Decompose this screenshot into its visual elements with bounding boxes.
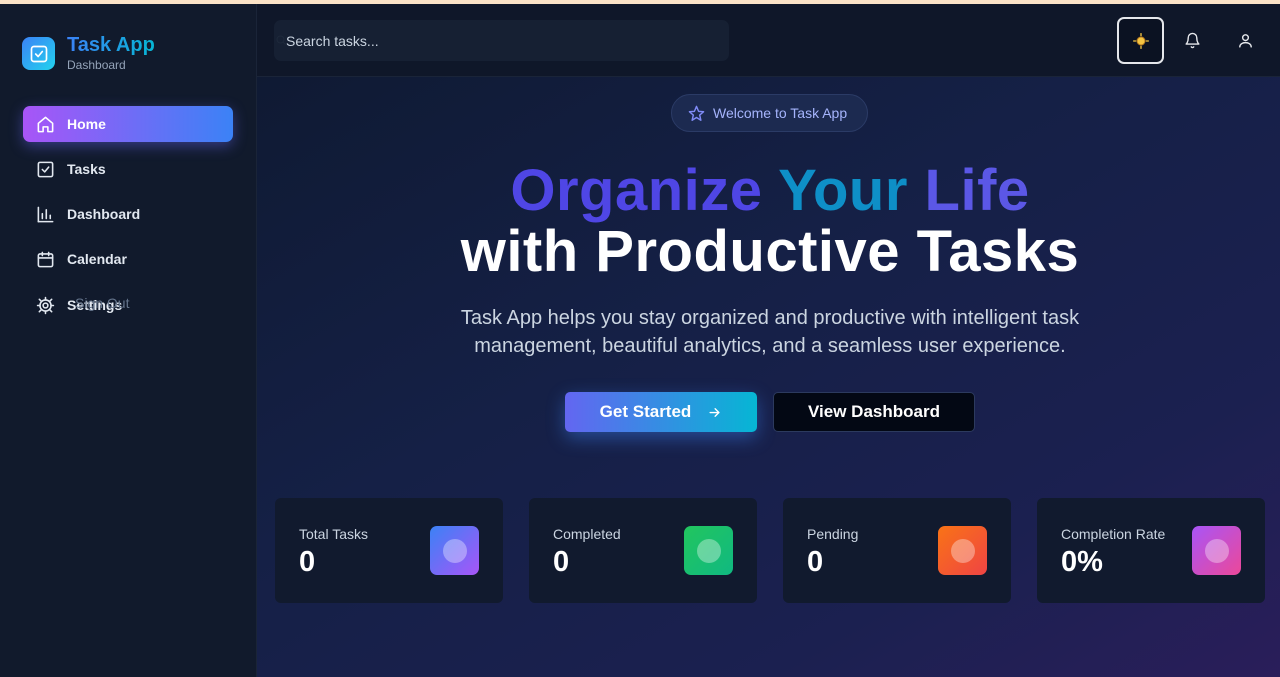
brand[interactable]: Task App Dashboard xyxy=(22,35,155,72)
view-dashboard-label: View Dashboard xyxy=(808,402,940,421)
sidebar-item-label: Home xyxy=(67,116,106,132)
hero-title-line2: with Productive Tasks xyxy=(460,219,1080,284)
calendar-icon xyxy=(35,249,55,269)
star-icon xyxy=(688,105,705,121)
stat-card-total-tasks: Total Tasks 0 xyxy=(275,498,503,603)
stat-card-pending: Pending 0 xyxy=(783,498,1011,603)
bar-chart-icon xyxy=(35,204,55,224)
stat-label: Pending xyxy=(807,526,859,542)
stat-label: Total Tasks xyxy=(299,526,368,542)
sidebar-item-dashboard[interactable]: Dashboard xyxy=(23,196,233,232)
main-content: Welcome to Task App Organize Your Life w… xyxy=(257,77,1280,677)
stat-value: 0 xyxy=(807,546,824,578)
stat-label: Completed xyxy=(553,526,621,542)
stat-value: 0% xyxy=(1061,546,1103,578)
user-menu-button[interactable] xyxy=(1229,24,1261,56)
completed-icon xyxy=(684,526,733,575)
top-header xyxy=(257,4,1280,77)
home-icon xyxy=(35,114,55,134)
hero-description: Task App helps you stay organized and pr… xyxy=(460,307,1080,357)
sidebar-item-label: Dashboard xyxy=(67,206,141,222)
sidebar-item-calendar[interactable]: Calendar xyxy=(23,241,233,277)
sign-out-link[interactable]: Sign Out xyxy=(75,295,129,311)
sidebar-item-tasks[interactable]: Tasks xyxy=(23,151,233,187)
hero-title-word: Your xyxy=(778,158,908,223)
hero-title-word: Organize xyxy=(510,158,763,223)
sidebar-item-label: Tasks xyxy=(67,161,106,177)
search-icon xyxy=(276,35,286,45)
stat-value: 0 xyxy=(553,546,570,578)
stat-card-completion-rate: Completion Rate 0% xyxy=(1037,498,1265,603)
user-icon xyxy=(1238,33,1252,48)
sidebar: Task App Dashboard Home Tasks Dashboard … xyxy=(0,4,257,677)
gear-icon xyxy=(35,295,55,315)
stat-card-completed: Completed 0 xyxy=(529,498,757,603)
brand-title: Task App xyxy=(67,34,155,56)
check-square-icon xyxy=(35,159,55,179)
welcome-badge: Welcome to Task App xyxy=(671,94,868,132)
pending-icon xyxy=(938,526,987,575)
completion-rate-icon xyxy=(1192,526,1241,575)
get-started-button[interactable]: Get Started xyxy=(565,392,757,432)
search-input[interactable] xyxy=(274,20,729,61)
notifications-button[interactable] xyxy=(1176,24,1208,56)
arrow-right-icon xyxy=(707,405,722,420)
hero-title-line1: Organize Your Life xyxy=(257,159,1280,223)
stat-value: 0 xyxy=(299,546,316,578)
view-dashboard-button[interactable]: View Dashboard xyxy=(773,392,975,432)
theme-toggle-button[interactable] xyxy=(1117,17,1164,64)
get-started-label: Get Started xyxy=(599,402,692,421)
check-square-logo-icon xyxy=(22,37,55,70)
sidebar-item-label: Calendar xyxy=(67,251,127,267)
stat-label: Completion Rate xyxy=(1061,526,1166,542)
sun-icon xyxy=(1132,32,1149,49)
bell-icon xyxy=(1184,32,1200,48)
welcome-badge-label: Welcome to Task App xyxy=(713,105,848,121)
total-tasks-icon xyxy=(430,526,479,575)
brand-subtitle: Dashboard xyxy=(67,58,126,72)
hero-title-word: Life xyxy=(924,158,1030,223)
sidebar-item-home[interactable]: Home xyxy=(23,106,233,142)
